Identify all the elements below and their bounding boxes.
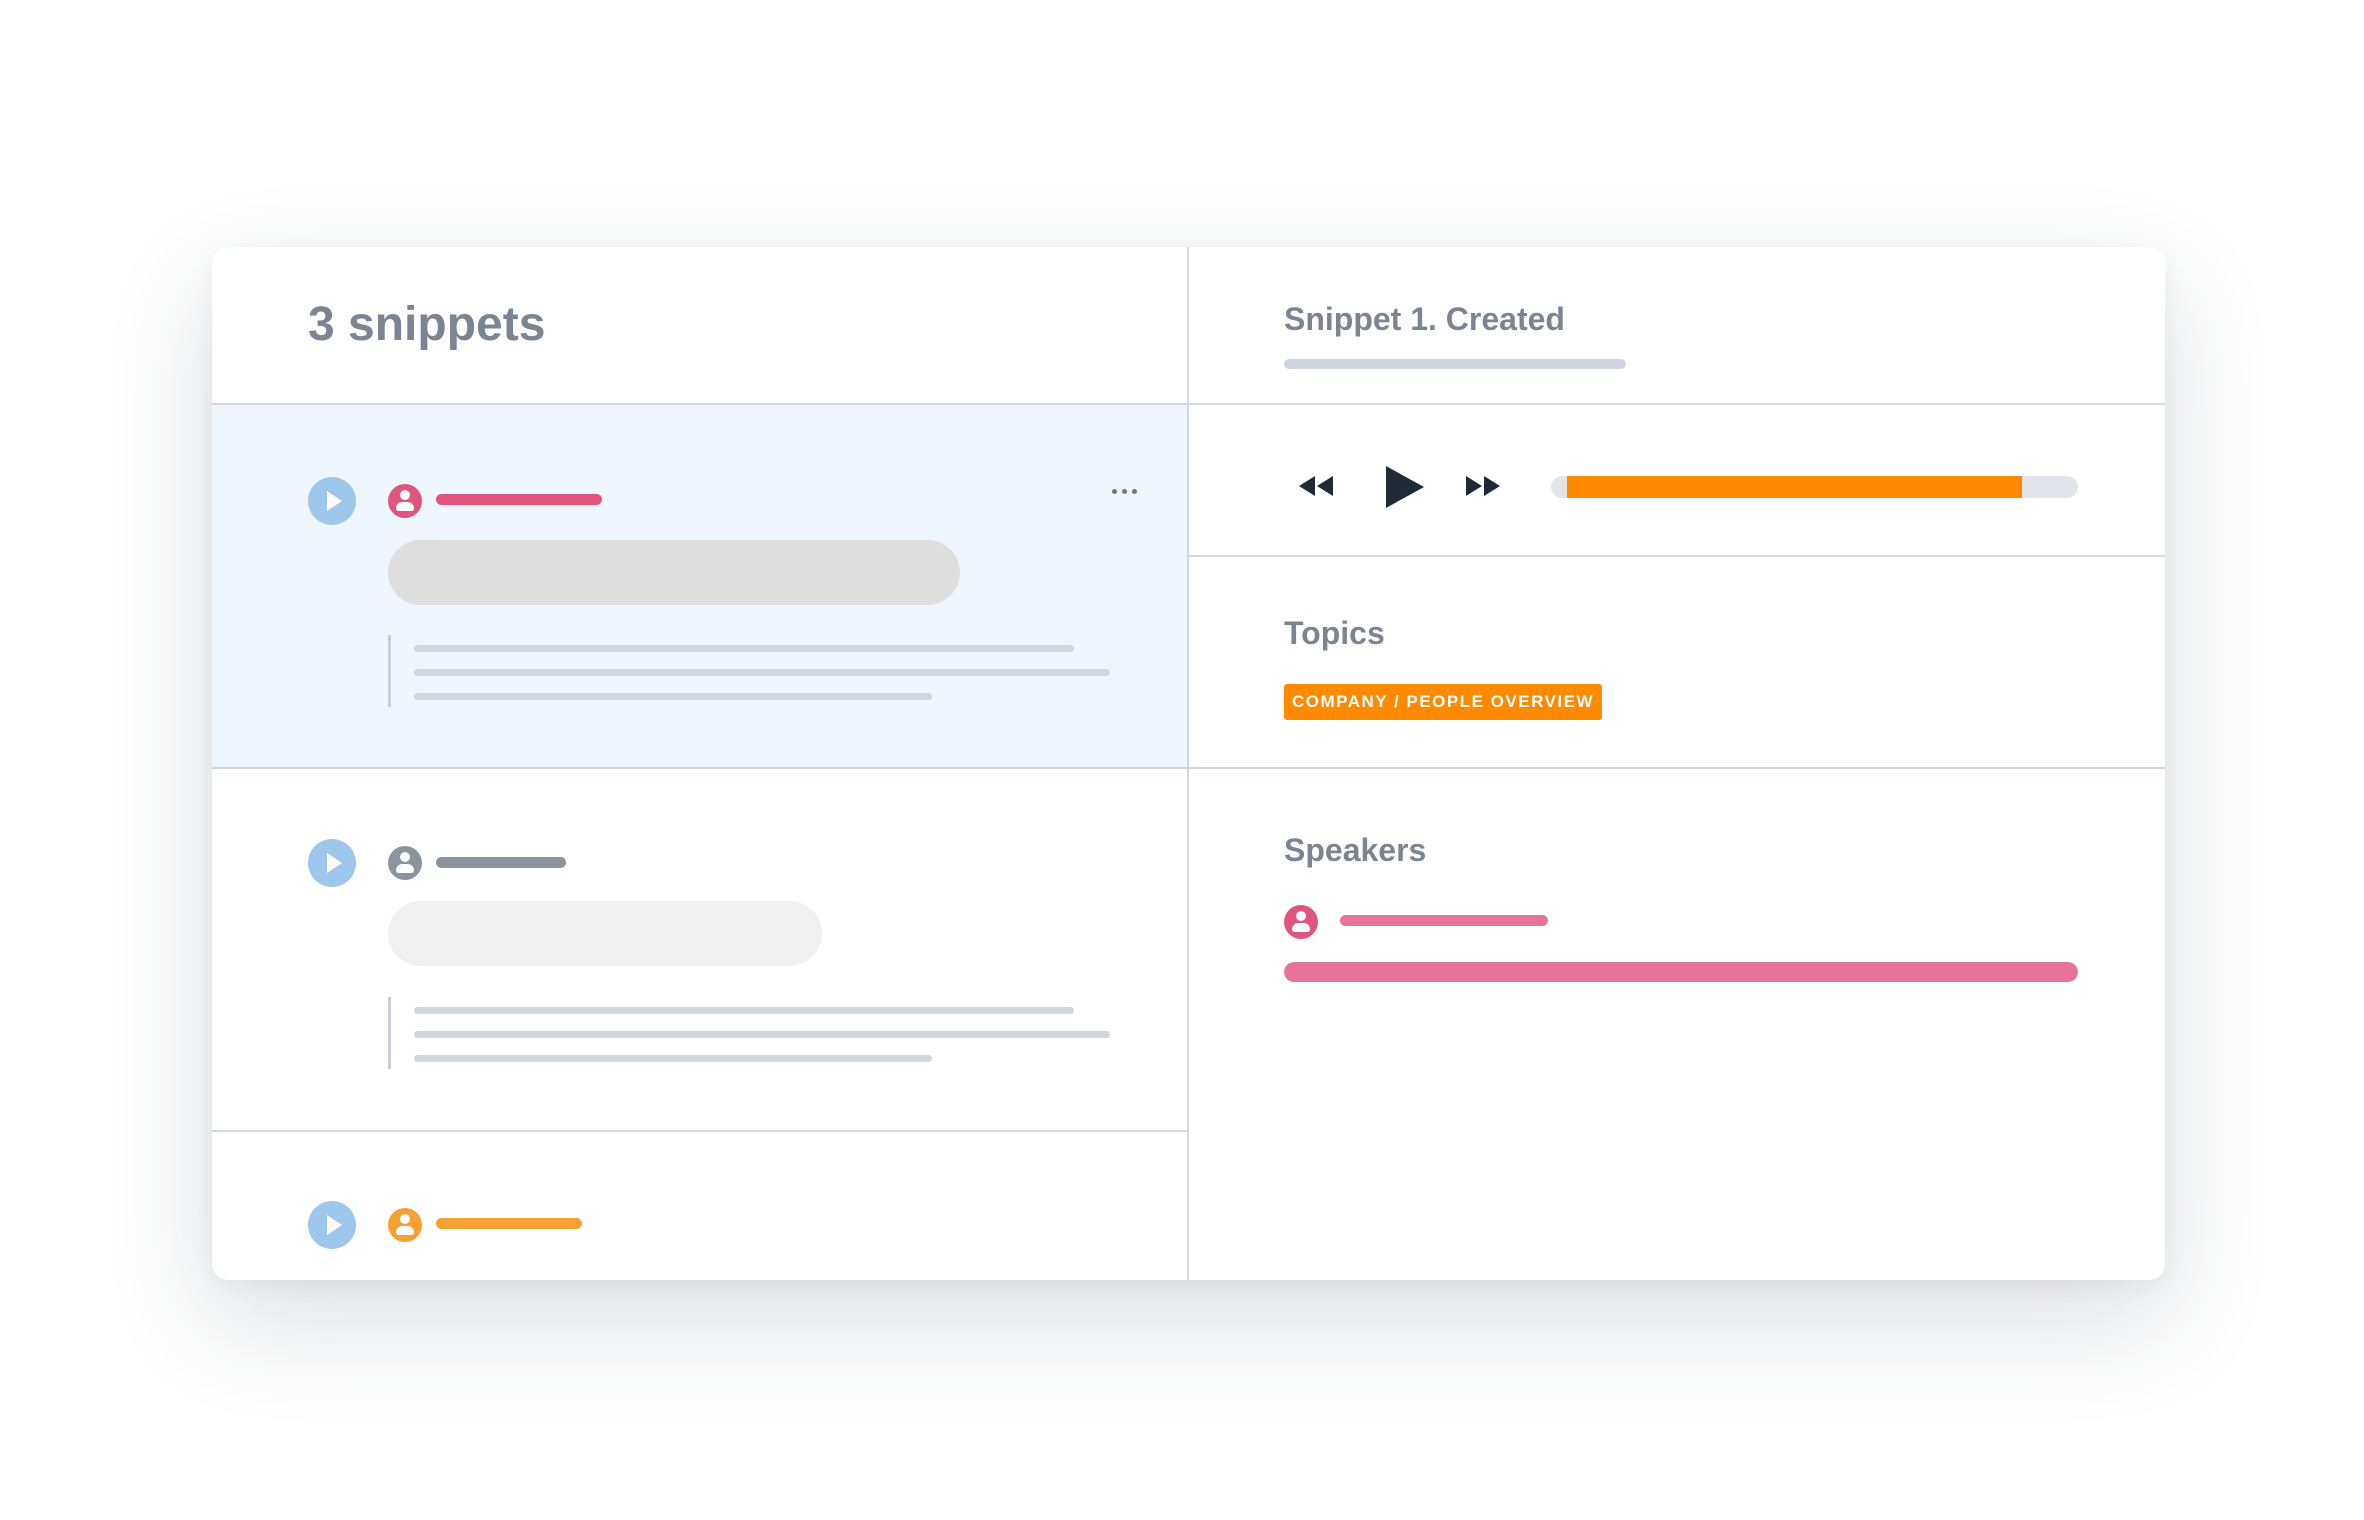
transcript-line	[414, 1055, 932, 1062]
play-circle-icon[interactable]	[308, 1201, 356, 1249]
fast-forward-icon[interactable]	[1466, 476, 1500, 496]
subtitle-placeholder	[1284, 359, 1626, 369]
snippets-card: 3 snippets Snippet 1. Created Topics COM…	[212, 247, 2165, 1280]
transcript-line	[414, 645, 1074, 652]
play-circle-icon[interactable]	[308, 839, 356, 887]
rewind-icon[interactable]	[1299, 476, 1333, 496]
user-avatar-icon	[1284, 905, 1318, 939]
playback-progress-bar[interactable]	[1551, 476, 2078, 498]
speaker-talk-bar	[1284, 962, 2078, 982]
transcript-line	[414, 1031, 1110, 1038]
speaker-name-placeholder	[1340, 915, 1548, 926]
speaker-talk-fill	[1284, 962, 2078, 982]
snippet-detail-title: Snippet 1. Created	[1284, 301, 1565, 337]
snippet-row[interactable]	[212, 1132, 1187, 1280]
quote-bar	[388, 635, 391, 707]
speakers-label: Speakers	[1284, 832, 1427, 868]
topics-label: Topics	[1284, 615, 1385, 651]
user-avatar-icon	[388, 846, 422, 880]
transcript-line	[414, 669, 1110, 676]
quote-bar	[388, 997, 391, 1069]
speaker-name-placeholder	[436, 494, 602, 505]
more-horizontal-icon[interactable]	[1110, 485, 1140, 499]
snippet-row[interactable]	[212, 405, 1187, 767]
user-avatar-icon	[388, 484, 422, 518]
snippet-title-placeholder	[388, 901, 822, 966]
player-divider	[1189, 555, 2165, 557]
playback-progress-fill	[1567, 476, 2022, 498]
panel-divider	[1187, 247, 1189, 1280]
speaker-name-placeholder	[436, 857, 566, 868]
transcript-line	[414, 1007, 1074, 1014]
topic-tag[interactable]: COMPANY / PEOPLE OVERVIEW	[1284, 684, 1602, 720]
speaker-name-placeholder	[436, 1218, 582, 1229]
snippets-count-title: 3 snippets	[308, 298, 546, 351]
play-icon[interactable]	[1386, 466, 1424, 508]
transcript-line	[414, 693, 932, 700]
user-avatar-icon	[388, 1208, 422, 1242]
snippet-row[interactable]	[212, 769, 1187, 1130]
snippet-title-placeholder	[388, 540, 960, 605]
play-circle-icon[interactable]	[308, 477, 356, 525]
